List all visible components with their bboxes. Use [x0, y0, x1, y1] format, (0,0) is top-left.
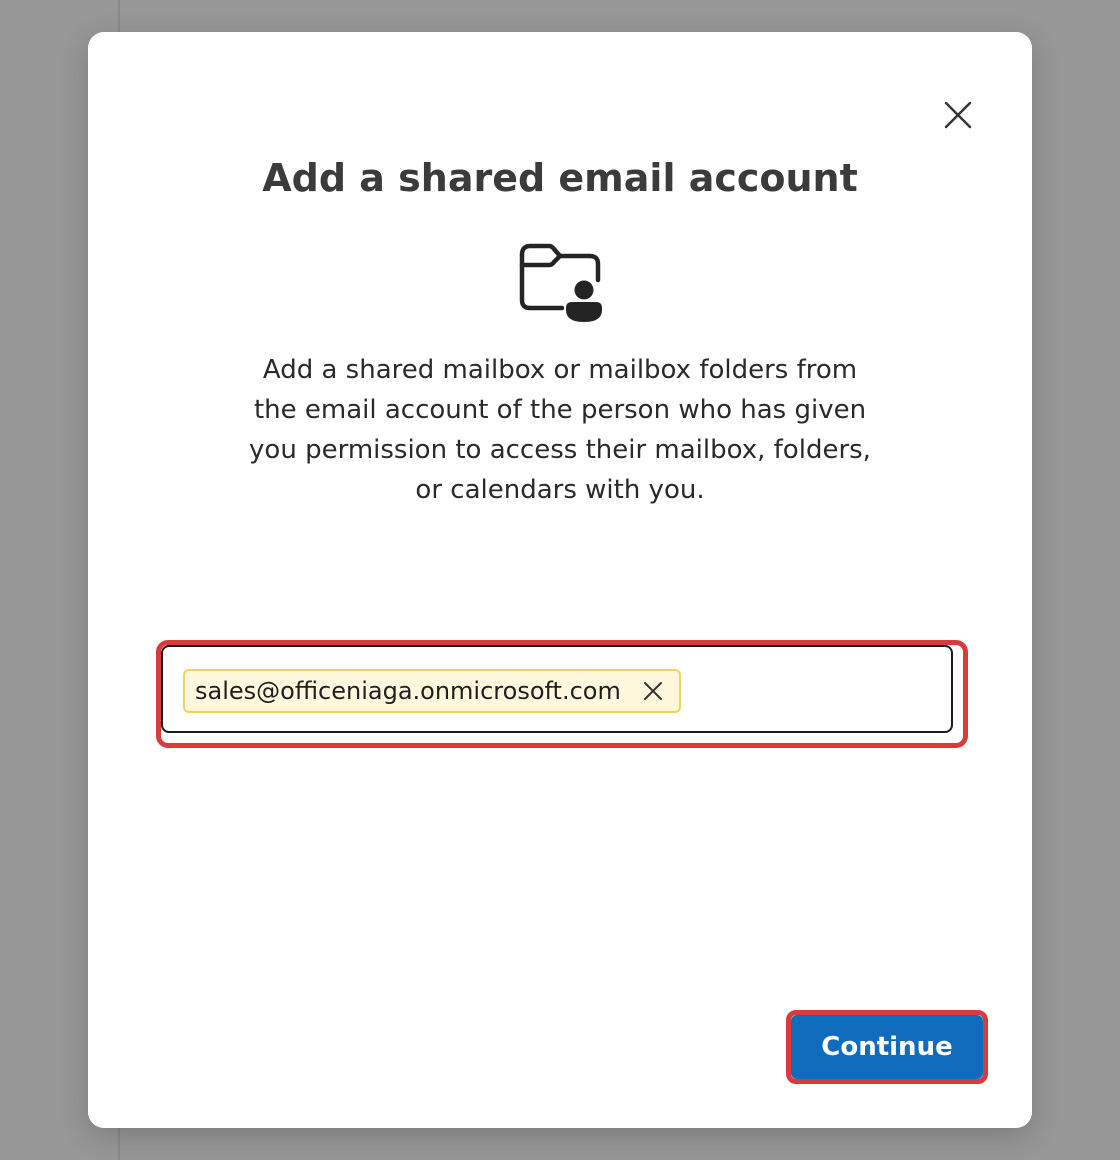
chip-remove-button[interactable] — [641, 679, 665, 703]
dialog-title: Add a shared email account — [262, 156, 858, 200]
email-chip-label: sales@officeniaga.onmicrosoft.com — [195, 677, 621, 705]
remove-icon — [643, 682, 662, 700]
add-shared-account-dialog: Add a shared email account Add a shared … — [88, 32, 1032, 1128]
email-chip[interactable]: sales@officeniaga.onmicrosoft.com — [183, 669, 681, 713]
close-icon — [944, 101, 972, 129]
dialog-description: Add a shared mailbox or mailbox folders … — [249, 355, 871, 505]
shared-folder-person-icon — [519, 243, 602, 322]
close-button[interactable] — [938, 95, 978, 135]
continue-button[interactable]: Continue — [791, 1015, 983, 1079]
shared-email-field[interactable]: sales@officeniaga.onmicrosoft.com — [161, 645, 953, 733]
